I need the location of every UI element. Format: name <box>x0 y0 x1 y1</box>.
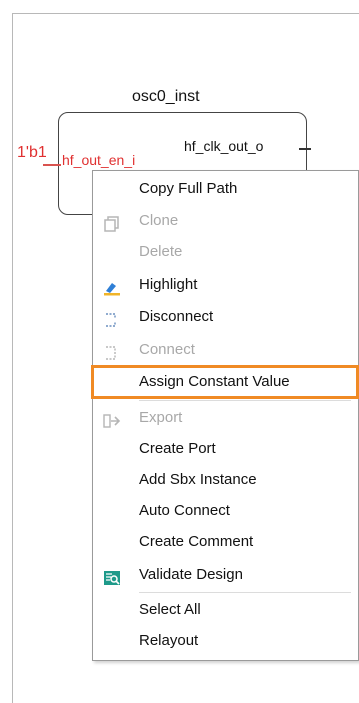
menu-item-label: Highlight <box>139 276 198 293</box>
selected-item-highlight <box>91 365 359 399</box>
menu-item-copy-full-path[interactable]: Copy Full Path <box>93 174 356 204</box>
input-pin-wire[interactable] <box>43 164 61 166</box>
highlight-icon <box>103 277 121 296</box>
constant-value-label: 1'b1 <box>17 144 47 161</box>
menu-item-highlight[interactable]: Highlight <box>93 270 356 300</box>
input-port-label[interactable]: hf_out_en_i <box>62 152 135 168</box>
menu-separator <box>139 400 351 401</box>
menu-item-label: Copy Full Path <box>139 180 238 197</box>
menu-item-label: Delete <box>139 243 183 260</box>
menu-item-disconnect[interactable]: Disconnect <box>93 302 356 332</box>
clone-icon <box>103 213 121 232</box>
menu-item-create-port[interactable]: Create Port <box>93 434 356 464</box>
menu-item-add-sbx-instance[interactable]: Add Sbx Instance <box>93 465 356 495</box>
menu-item-select-all[interactable]: Select All <box>93 595 356 625</box>
context-menu: Copy Full Path Clone Delete Highlight Di… <box>91 170 359 661</box>
menu-item-clone[interactable]: Clone <box>93 206 356 236</box>
disconnect-icon <box>103 309 121 327</box>
menu-item-label: Validate Design <box>139 566 243 583</box>
menu-item-label: Auto Connect <box>139 502 230 519</box>
output-port-label[interactable]: hf_clk_out_o <box>184 138 263 154</box>
menu-item-label: Disconnect <box>139 308 214 325</box>
menu-item-delete[interactable]: Delete <box>93 237 356 267</box>
export-icon <box>103 410 121 428</box>
instance-name: osc0_inst <box>132 88 200 105</box>
output-pin-wire[interactable] <box>299 148 311 150</box>
menu-item-label: Connect <box>139 341 195 358</box>
validate-icon <box>103 567 121 585</box>
menu-item-label: Add Sbx Instance <box>139 471 257 488</box>
menu-item-export[interactable]: Export <box>93 403 356 433</box>
menu-item-label: Select All <box>139 601 201 618</box>
menu-item-label: Export <box>139 409 183 426</box>
menu-item-validate-design[interactable]: Validate Design <box>93 560 356 590</box>
menu-item-auto-connect[interactable]: Auto Connect <box>93 496 356 526</box>
menu-separator <box>139 592 351 593</box>
menu-item-relayout[interactable]: Relayout <box>93 626 356 656</box>
menu-item-connect[interactable]: Connect <box>93 335 356 365</box>
menu-item-label: Create Port <box>139 440 216 457</box>
menu-item-label: Create Comment <box>139 533 254 550</box>
menu-item-create-comment[interactable]: Create Comment <box>93 527 356 557</box>
connect-icon <box>103 342 121 360</box>
menu-item-label: Relayout <box>139 632 199 649</box>
menu-item-label: Clone <box>139 212 179 229</box>
